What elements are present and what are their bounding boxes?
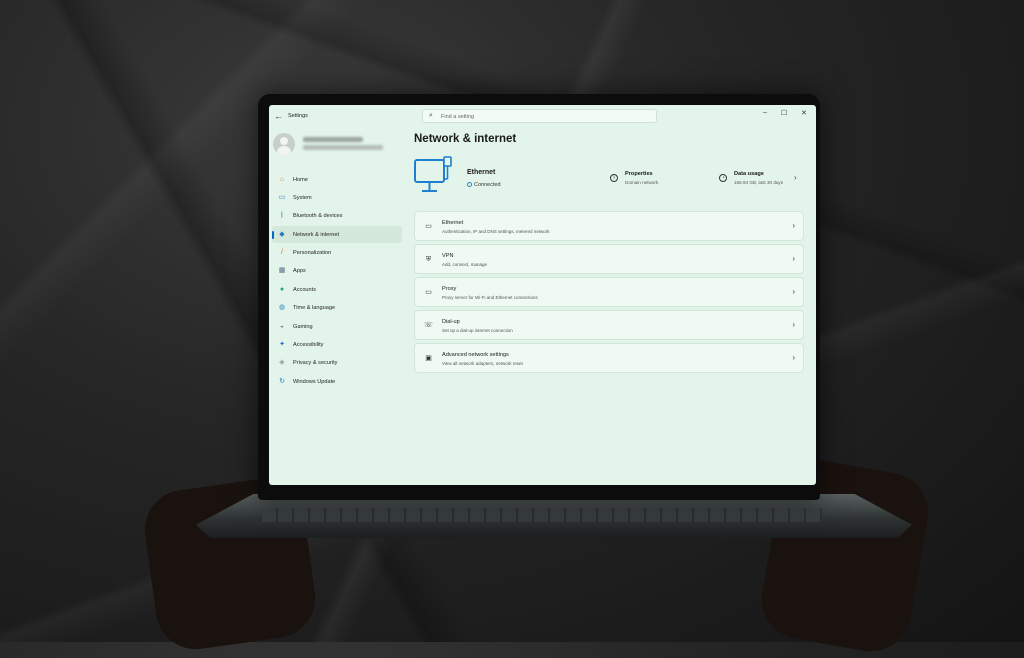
blurred-user-name	[303, 137, 363, 142]
sidebar-item-system[interactable]: ▭ System	[272, 189, 402, 206]
data-usage-subtitle: 166.94 GB, last 30 days	[734, 180, 784, 185]
search-input[interactable]: ⌕ Find a setting	[422, 109, 657, 123]
sidebar-item-time-language[interactable]: ◍ Time & language	[272, 300, 402, 317]
setting-description: Proxy server for Wi-Fi and Ethernet conn…	[442, 295, 538, 300]
sidebar-item-home[interactable]: ⌂ Home	[272, 171, 402, 188]
search-placeholder: Find a setting	[441, 113, 475, 120]
wifi-icon: ◆	[279, 230, 285, 238]
blurred-user-email	[303, 145, 383, 150]
connection-name: Ethernet	[467, 169, 496, 176]
sidebar-item-privacy-security[interactable]: ◈ Privacy & security	[272, 355, 402, 372]
sidebar-item-label: Bluetooth & devices	[293, 213, 343, 220]
setting-row-proxy[interactable]: ▭ Proxy Proxy server for Wi-Fi and Etherne…	[414, 277, 804, 307]
sidebar-item-label: Privacy & security	[293, 360, 338, 367]
properties-title: Properties	[625, 171, 653, 177]
laptop-keyboard	[262, 508, 822, 522]
settings-list: ▭ Ethernet Authentication, IP and DNS sett…	[414, 211, 804, 376]
shield-icon: ◈	[279, 359, 285, 367]
connection-status: Connected	[467, 182, 501, 188]
home-icon: ⌂	[279, 175, 285, 183]
sidebar-item-label: Apps	[293, 268, 306, 275]
sidebar-item-label: Accounts	[293, 286, 317, 293]
sidebar-item-windows-update[interactable]: ↻ Windows Update	[272, 373, 402, 390]
chevron-right-icon: ›	[792, 320, 795, 329]
close-icon[interactable]: ✕	[801, 109, 807, 117]
sidebar-item-label: Home	[293, 176, 308, 183]
sidebar-item-label: Personalization	[293, 250, 332, 257]
ethernet-icon: ▭	[425, 223, 432, 230]
search-icon: ⌕	[429, 112, 433, 119]
brush-icon: /	[281, 249, 283, 257]
chevron-right-icon: ›	[792, 221, 795, 230]
sidebar-item-label: Network & internet	[293, 231, 340, 238]
setting-row-advanced-network-settings[interactable]: ▣ Advanced network settings View all netwo…	[414, 343, 804, 373]
title-bar: ← Settings ⌕ Find a setting – ☐ ✕	[269, 105, 816, 129]
chevron-right-icon: ›	[792, 254, 795, 263]
setting-title: Proxy	[442, 286, 457, 292]
sidebar-item-bluetooth-devices[interactable]: ᛒ Bluetooth & devices	[272, 208, 402, 225]
setting-description: View all network adapters, network reset	[442, 361, 523, 366]
sidebar-item-gaming[interactable]: ◒ Gaming	[272, 318, 402, 335]
update-icon: ↻	[279, 377, 285, 385]
chevron-right-icon: ›	[792, 353, 795, 362]
connection-status-text: Connected	[474, 182, 501, 188]
bluetooth-icon: ᛒ	[279, 212, 285, 220]
proxy-icon: ▭	[425, 289, 432, 296]
connection-summary: Ethernet Connected i Properties Domain n…	[414, 155, 804, 199]
setting-row-dial-up[interactable]: ☏ Dial-up Set up a dial-up internet connec…	[414, 310, 804, 340]
setting-title: Dial-up	[442, 319, 460, 325]
user-profile[interactable]	[273, 133, 403, 159]
apps-icon: ▦	[278, 267, 286, 275]
sidebar-nav: ⌂ Home ▭ System ᛒ Bluetooth & devices ◆ Network…	[272, 171, 402, 392]
sidebar-item-personalization[interactable]: / Personalization	[272, 245, 402, 262]
setting-title: Advanced network settings	[442, 352, 509, 358]
ethernet-monitor-icon	[414, 156, 452, 192]
maximize-icon[interactable]: ☐	[781, 109, 787, 117]
advanced-network-icon: ▣	[425, 355, 432, 362]
sidebar-item-label: System	[293, 194, 312, 201]
sidebar-item-accessibility[interactable]: ✦ Accessibility	[272, 337, 402, 354]
data-usage-title: Data usage	[734, 171, 764, 177]
dialup-icon: ☏	[424, 322, 433, 329]
app-title: Settings	[288, 113, 308, 119]
chevron-right-icon[interactable]: ›	[794, 173, 797, 182]
sidebar-item-label: Gaming	[293, 323, 313, 330]
setting-row-vpn[interactable]: ⛨ VPN Add, connect, manage ›	[414, 244, 804, 274]
vpn-shield-icon: ⛨	[425, 256, 432, 263]
system-icon: ▭	[278, 193, 286, 201]
setting-description: Authentication, IP and DNS settings, met…	[442, 229, 550, 234]
setting-description: Add, connect, manage	[442, 262, 488, 267]
properties-subtitle: Domain network	[625, 180, 659, 185]
person-icon: ●	[279, 285, 285, 293]
globe-icon	[467, 182, 472, 187]
chevron-right-icon: ›	[792, 287, 795, 296]
avatar	[273, 133, 295, 155]
setting-title: Ethernet	[442, 220, 464, 226]
accessibility-icon: ✦	[279, 341, 285, 349]
globe-clock-icon: ◍	[278, 304, 286, 312]
sidebar-item-network-internet[interactable]: ◆ Network & internet	[272, 226, 402, 244]
sidebar-item-apps[interactable]: ▦ Apps	[272, 263, 402, 280]
page-title: Network & internet	[414, 133, 517, 145]
data-usage-icon: ◔	[719, 174, 727, 182]
gamepad-icon: ◒	[279, 322, 285, 330]
back-arrow-icon[interactable]: ←	[274, 111, 283, 121]
info-icon: i	[610, 174, 618, 182]
sidebar-item-label: Windows Update	[293, 378, 336, 385]
settings-window: ← Settings ⌕ Find a setting – ☐ ✕ ⌂ Home ▭…	[269, 105, 816, 485]
sidebar-item-accounts[interactable]: ● Accounts	[272, 281, 402, 298]
setting-description: Set up a dial-up internet connection	[442, 328, 513, 333]
sidebar-item-label: Accessibility	[293, 342, 324, 349]
minimize-icon[interactable]: –	[763, 109, 767, 116]
sidebar-item-label: Time & language	[293, 305, 336, 312]
setting-row-ethernet[interactable]: ▭ Ethernet Authentication, IP and DNS sett…	[414, 211, 804, 241]
setting-title: VPN	[442, 253, 454, 259]
